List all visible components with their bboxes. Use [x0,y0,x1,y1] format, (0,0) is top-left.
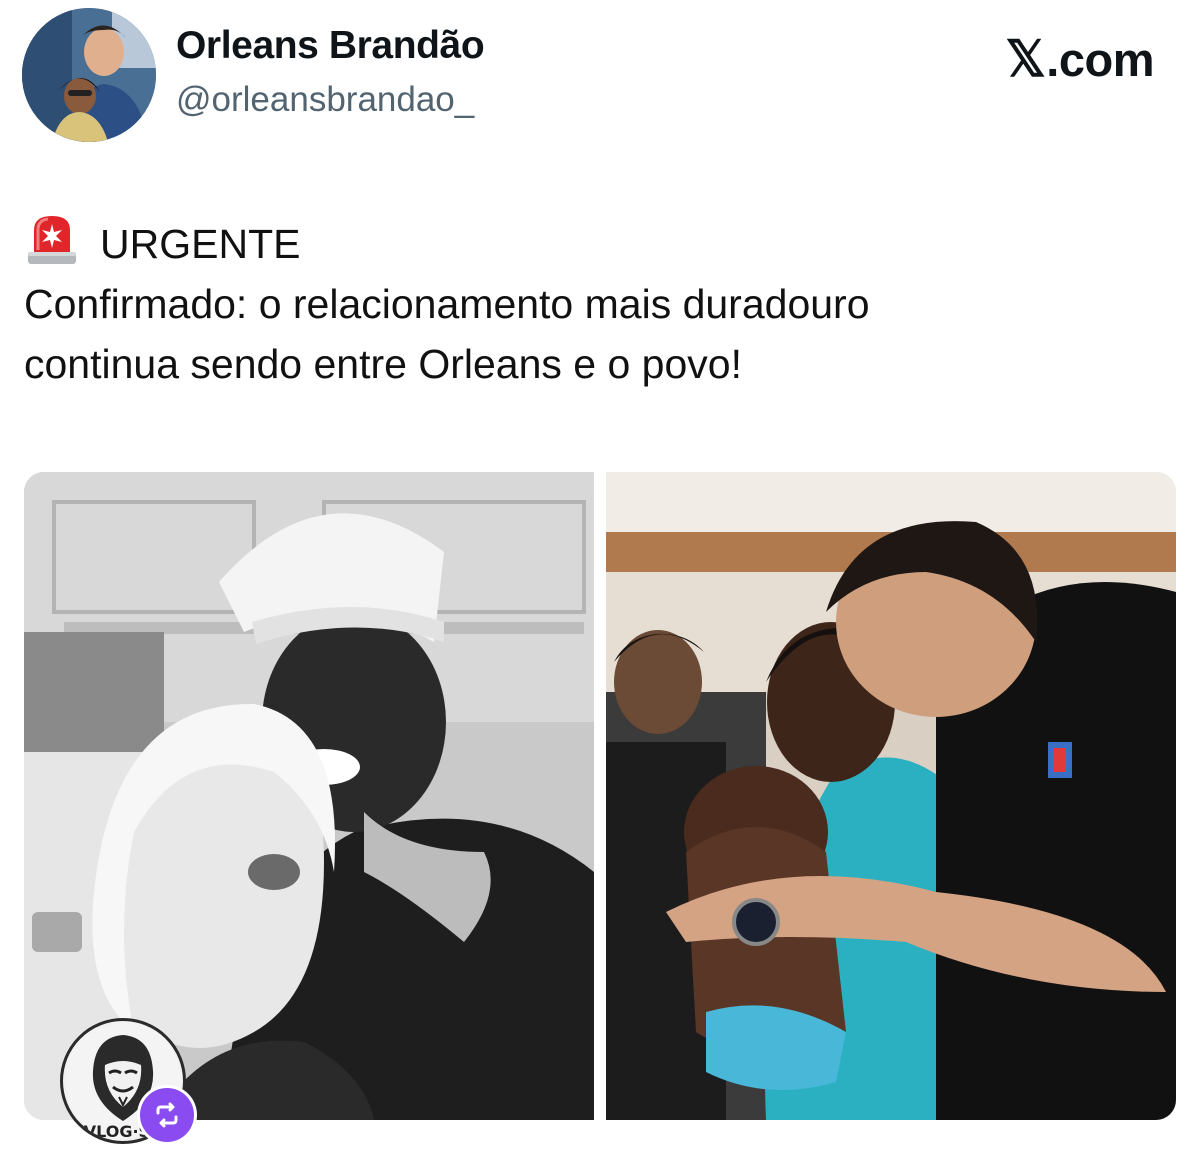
tweet-text: URGENTE Confirmado: o relacionamento mai… [24,212,1174,394]
rotating-light-icon [24,212,80,266]
tweet-text-line: continua sendo entre Orleans e o povo! [24,341,742,387]
tweet-badge-line: URGENTE [24,212,1174,274]
author-avatar-photo [22,8,156,142]
tweet-text-line: Confirmado: o relacionamento mais durado… [24,281,870,327]
author-avatar[interactable] [22,8,156,142]
media-grid [24,472,1176,1120]
repost-icon [156,1102,178,1128]
site-label: 𝕏 .com [1006,30,1155,88]
x-logo-icon: 𝕏 [1005,31,1046,87]
site-label-text: .com [1046,33,1154,86]
tweet-badge-label: URGENTE [100,221,301,267]
photo-right[interactable] [606,472,1176,1120]
repost-badge[interactable] [140,1088,194,1142]
author-handle[interactable]: @orleansbrandao_ [176,80,474,120]
author-display-name[interactable]: Orleans Brandão [176,24,485,68]
